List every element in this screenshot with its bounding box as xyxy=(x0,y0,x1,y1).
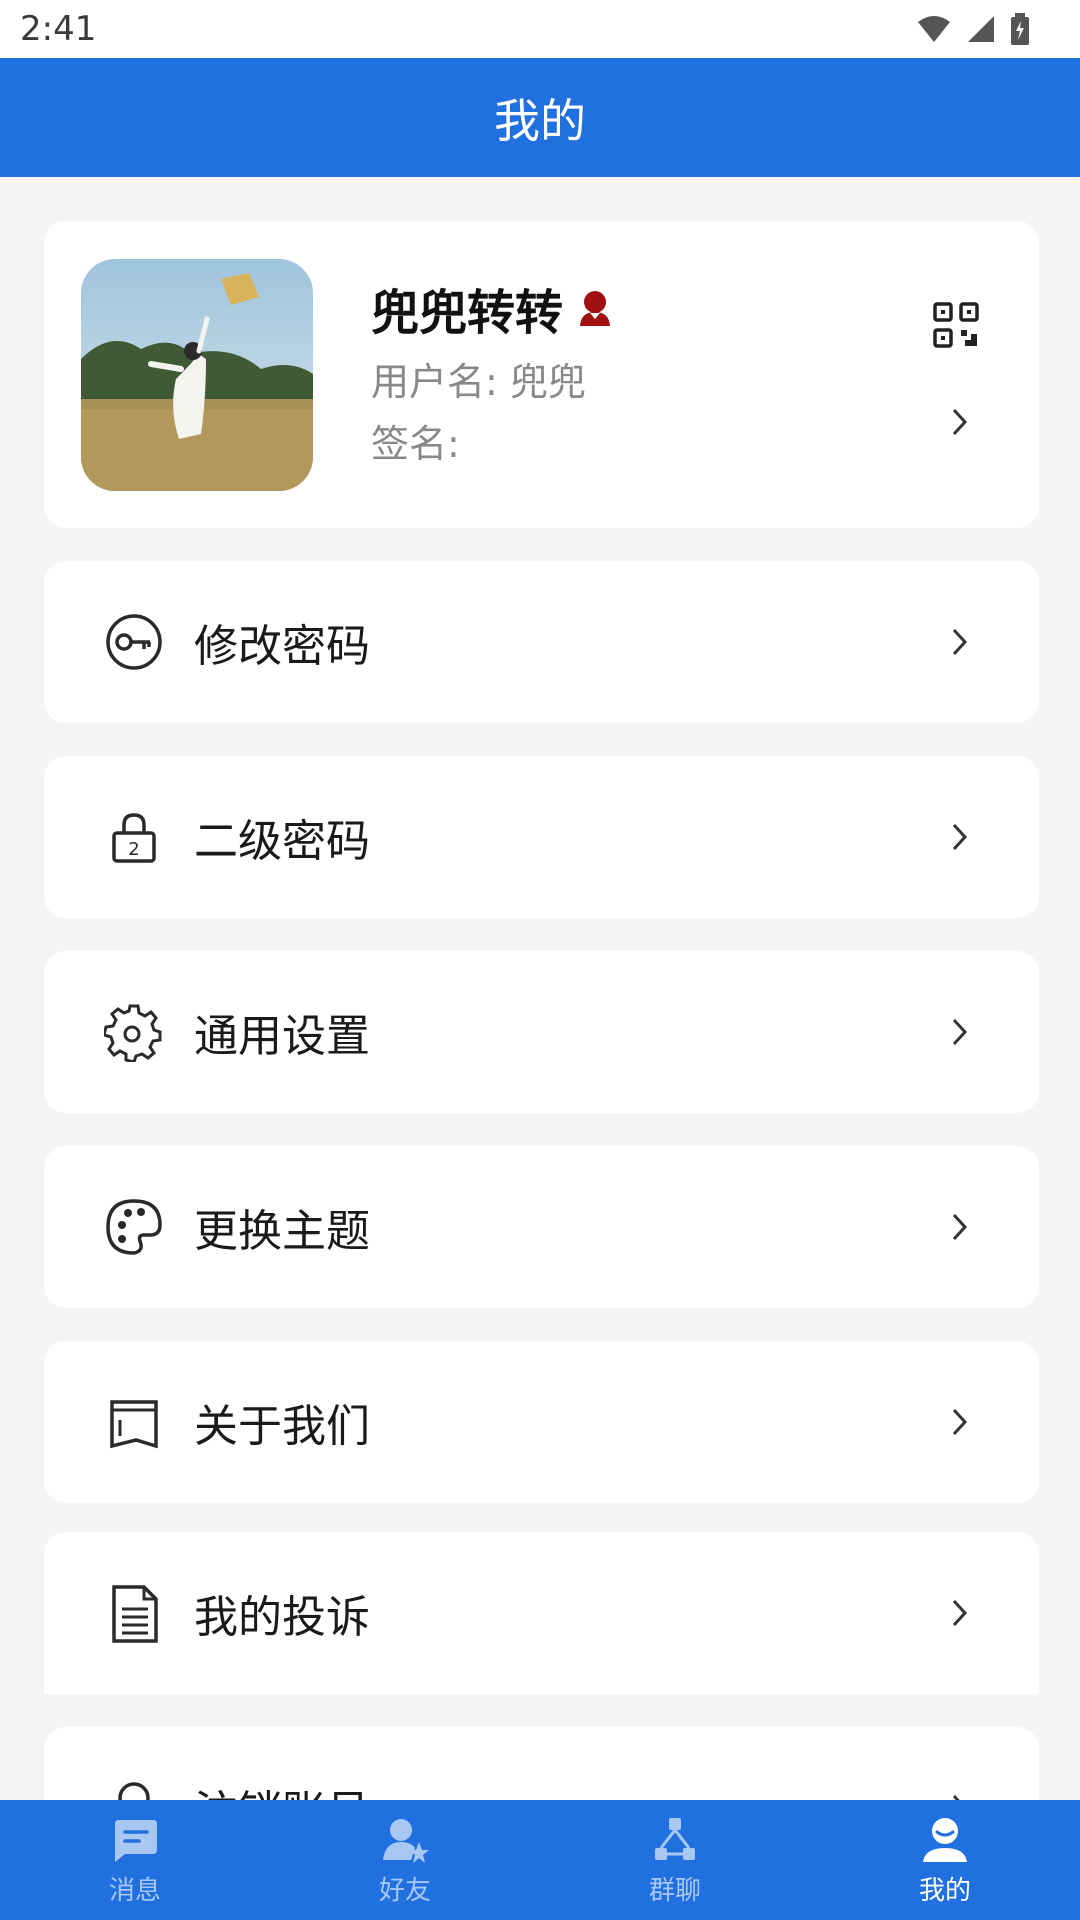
battery-icon xyxy=(1011,13,1029,45)
svg-text:2: 2 xyxy=(128,839,139,860)
tab-label: 群聊 xyxy=(648,1876,701,1906)
tab-label: 好友 xyxy=(378,1876,431,1906)
menu-item-general-settings[interactable]: 通用设置 xyxy=(44,951,1039,1113)
menu-item-delete-account[interactable]: 注销账号 xyxy=(44,1727,1039,1800)
chevron-right-icon xyxy=(952,1794,960,1800)
bottom-tab-bar: 消息 好友 群聊 我的 xyxy=(0,1800,1080,1920)
status-icons xyxy=(916,13,1030,45)
menu-item-secondary-password[interactable]: 2 二级密码 xyxy=(44,756,1039,918)
lock-icon: 2 xyxy=(112,813,156,863)
avatar-image xyxy=(81,259,313,491)
female-gender-icon xyxy=(580,291,611,326)
wifi-icon xyxy=(918,16,950,42)
key-icon xyxy=(106,614,162,670)
tab-label: 消息 xyxy=(108,1876,161,1906)
tab-messages[interactable]: 消息 xyxy=(0,1800,270,1920)
chat-icon xyxy=(115,1820,157,1862)
menu-label: 二级密码 xyxy=(194,816,370,867)
menu-item-change-password[interactable]: 修改密码 xyxy=(44,561,1039,723)
content-scroll[interactable]: 兜兜转转 用户名: 兜兜 签名: 修改密码 2 二级密码 通用设置 更换主题 关… xyxy=(0,177,1080,1800)
person-icon xyxy=(923,1818,967,1862)
menu-label: 通用设置 xyxy=(194,1011,370,1062)
status-time: 2:41 xyxy=(20,9,97,49)
menu-label: 我的投诉 xyxy=(194,1592,370,1643)
menu-label: 修改密码 xyxy=(194,621,370,672)
tab-me[interactable]: 我的 xyxy=(810,1800,1080,1920)
palette-icon xyxy=(106,1199,162,1255)
user-icon xyxy=(118,1782,150,1800)
chevron-right-icon xyxy=(952,1213,968,1241)
chevron-right-icon xyxy=(952,1018,968,1046)
avatar[interactable] xyxy=(81,259,313,491)
page-title: 我的 xyxy=(494,93,586,148)
chevron-right-icon xyxy=(952,1408,968,1436)
friends-icon xyxy=(383,1819,429,1863)
chevron-right-icon xyxy=(952,408,968,436)
qr-code-icon[interactable] xyxy=(932,301,980,349)
profile-signature: 签名: xyxy=(371,422,460,466)
document-icon xyxy=(112,1585,158,1643)
menu-item-about-us[interactable]: 关于我们 xyxy=(44,1341,1039,1503)
profile-name-row: 兜兜转转 xyxy=(371,273,613,343)
tab-friends[interactable]: 好友 xyxy=(270,1800,540,1920)
tab-label: 我的 xyxy=(918,1876,971,1906)
menu-item-change-theme[interactable]: 更换主题 xyxy=(44,1146,1039,1308)
tab-group-chat[interactable]: 群聊 xyxy=(540,1800,810,1920)
signal-icon xyxy=(968,16,994,42)
menu-label: 更换主题 xyxy=(194,1206,370,1257)
book-icon xyxy=(110,1400,158,1449)
profile-name: 兜兜转转 xyxy=(371,285,564,341)
app-header: 我的 xyxy=(0,58,1080,177)
status-bar: 2:41 xyxy=(0,0,1080,58)
chevron-right-icon xyxy=(952,628,968,656)
profile-card[interactable]: 兜兜转转 用户名: 兜兜 签名: xyxy=(44,221,1039,528)
profile-username: 用户名: 兜兜 xyxy=(371,360,586,404)
group-icon xyxy=(655,1818,695,1860)
menu-item-my-complaints[interactable]: 我的投诉 xyxy=(44,1532,1039,1694)
chevron-right-icon xyxy=(952,1599,968,1627)
chevron-right-icon xyxy=(952,823,968,851)
menu-label: 关于我们 xyxy=(194,1401,370,1452)
gear-icon xyxy=(104,1004,162,1062)
menu-label: 注销账号 xyxy=(194,1776,370,1800)
